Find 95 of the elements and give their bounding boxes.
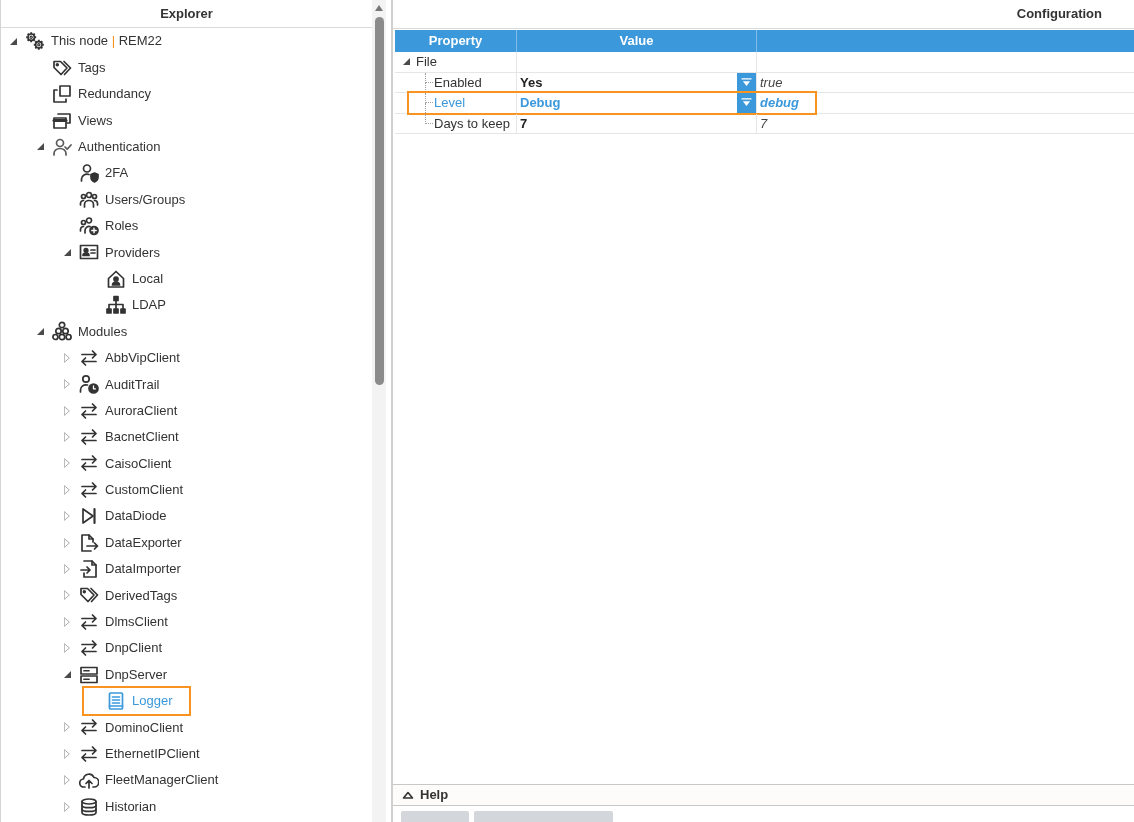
user-check-icon [52, 136, 72, 157]
tree-item-label[interactable]: DnpClient [105, 638, 163, 658]
collapsed-arrow-icon[interactable] [64, 616, 70, 627]
collapsed-arrow-icon[interactable] [64, 511, 70, 522]
collapsed-arrow-icon[interactable] [64, 722, 70, 733]
file-export-icon [79, 532, 99, 553]
expanded-arrow-icon[interactable] [403, 58, 410, 66]
expanded-arrow-icon[interactable] [63, 248, 71, 256]
tree-item-label[interactable]: Roles [105, 216, 139, 236]
group-label[interactable]: File [416, 52, 437, 72]
tree-item-label[interactable]: FleetManagerClient [105, 770, 219, 790]
collapsed-arrow-icon[interactable] [64, 484, 70, 495]
user-clock-icon [79, 374, 99, 395]
collapsed-arrow-icon[interactable] [64, 748, 70, 759]
tree-item-label[interactable]: DlmsClient [105, 612, 168, 632]
collapsed-arrow-icon[interactable] [64, 405, 70, 416]
panel-title: Configuration [1016, 5, 1102, 24]
tree-item-label[interactable]: DominoClient [105, 717, 184, 738]
overlapping-squares-icon [52, 83, 72, 104]
collapsed-arrow-icon[interactable] [64, 458, 70, 469]
tree-item-label[interactable]: Modules [78, 321, 128, 342]
tree-item-label[interactable]: AbbVipClient [105, 348, 180, 368]
two-way-arrows-icon [79, 453, 99, 474]
panel-title: Explorer [160, 4, 213, 23]
tree-item-label[interactable]: DataDiode [105, 506, 167, 526]
tree-item-label[interactable]: Authentication [78, 137, 161, 157]
tree-item-label[interactable]: BacnetClient [105, 427, 179, 447]
tree-item-label[interactable]: CustomClient [105, 480, 184, 500]
users-icon [79, 189, 99, 210]
property-name: Enabled [434, 73, 482, 92]
collapsed-arrow-icon[interactable] [64, 537, 70, 548]
expanded-arrow-icon[interactable] [36, 328, 44, 335]
expanded-arrow-icon[interactable] [36, 143, 44, 151]
tree-item-label[interactable]: Providers [105, 242, 160, 263]
two-way-arrows-icon [79, 427, 99, 448]
collapsed-arrow-icon[interactable] [64, 379, 70, 390]
property-name: Level [434, 94, 466, 112]
property-name: Days to keep [434, 114, 510, 133]
collapsed-arrow-icon[interactable] [64, 801, 70, 812]
two-way-arrows-icon [79, 717, 99, 738]
two-way-arrows-icon [79, 611, 99, 632]
user-shield-icon [79, 163, 99, 184]
tree-item-label[interactable]: DataImporter [105, 559, 181, 579]
tree-item-label[interactable]: This node | REM22 [51, 31, 163, 51]
gears-icon [25, 31, 45, 52]
collapsed-arrow-icon[interactable] [64, 432, 70, 443]
caret-down-icon [741, 98, 752, 108]
collapsed-arrow-icon[interactable] [64, 590, 70, 601]
tree-item-label[interactable]: 2FA [105, 163, 129, 183]
raw-value: 7 [760, 114, 768, 133]
property-value[interactable]: Yes [517, 72, 737, 92]
tree-item-label[interactable]: DataExporter [105, 532, 182, 553]
raw-value: debug [760, 94, 799, 112]
diode-icon [79, 506, 99, 527]
expanded-arrow-icon[interactable] [63, 671, 71, 679]
tree-item-label[interactable]: LDAP [132, 295, 166, 315]
expanded-arrow-icon[interactable] [9, 37, 17, 45]
tree-item-label[interactable]: CaisoClient [105, 453, 172, 474]
tree-item-label[interactable]: AuroraClient [105, 400, 178, 421]
two-way-arrows-icon [79, 400, 99, 421]
two-way-arrows-icon [79, 743, 99, 764]
collapsed-arrow-icon[interactable] [64, 352, 70, 363]
tree-item-label[interactable]: Local [132, 268, 164, 289]
tree-item-label[interactable]: EthernetIPClient [105, 744, 200, 764]
users-plus-icon [79, 215, 99, 236]
caret-down-icon [741, 77, 752, 87]
document-icon [106, 690, 126, 711]
tree-item-label[interactable]: Users/Groups [105, 189, 186, 210]
two-way-arrows-icon [79, 479, 99, 500]
dropdown-button[interactable] [737, 92, 756, 113]
database-icon [79, 796, 99, 817]
collapsed-arrow-icon[interactable] [64, 775, 70, 786]
tree-item-label[interactable]: DerivedTags [105, 585, 178, 606]
raw-value: true [760, 73, 783, 92]
hierarchy-icon [106, 295, 126, 316]
scroll-up-arrow-icon[interactable] [375, 5, 383, 11]
two-way-arrows-icon [79, 638, 99, 659]
cloud-upload-icon [79, 770, 99, 791]
collapsed-arrow-icon[interactable] [64, 564, 70, 574]
property-value[interactable]: 7 [517, 113, 756, 133]
two-way-arrows-icon [79, 347, 99, 368]
tree-item-label[interactable]: Historian [105, 796, 157, 817]
tree-item-label[interactable]: Views [78, 110, 113, 131]
tree-item-label[interactable]: AuditTrail [105, 374, 160, 394]
house-user-icon [106, 268, 126, 289]
help-toggle[interactable]: Help [393, 784, 1134, 806]
server-icon [79, 664, 99, 685]
tree-item-label[interactable]: Tags [78, 57, 106, 78]
file-import-icon [79, 559, 99, 579]
scrollbar-thumb[interactable] [374, 17, 384, 385]
circles-cluster-icon [52, 321, 72, 342]
windows-icon [52, 110, 72, 131]
tree-item-label[interactable]: DnpServer [105, 664, 168, 685]
tree-item-label[interactable]: Redundancy [78, 84, 151, 104]
collapsed-arrow-icon[interactable] [64, 643, 70, 654]
